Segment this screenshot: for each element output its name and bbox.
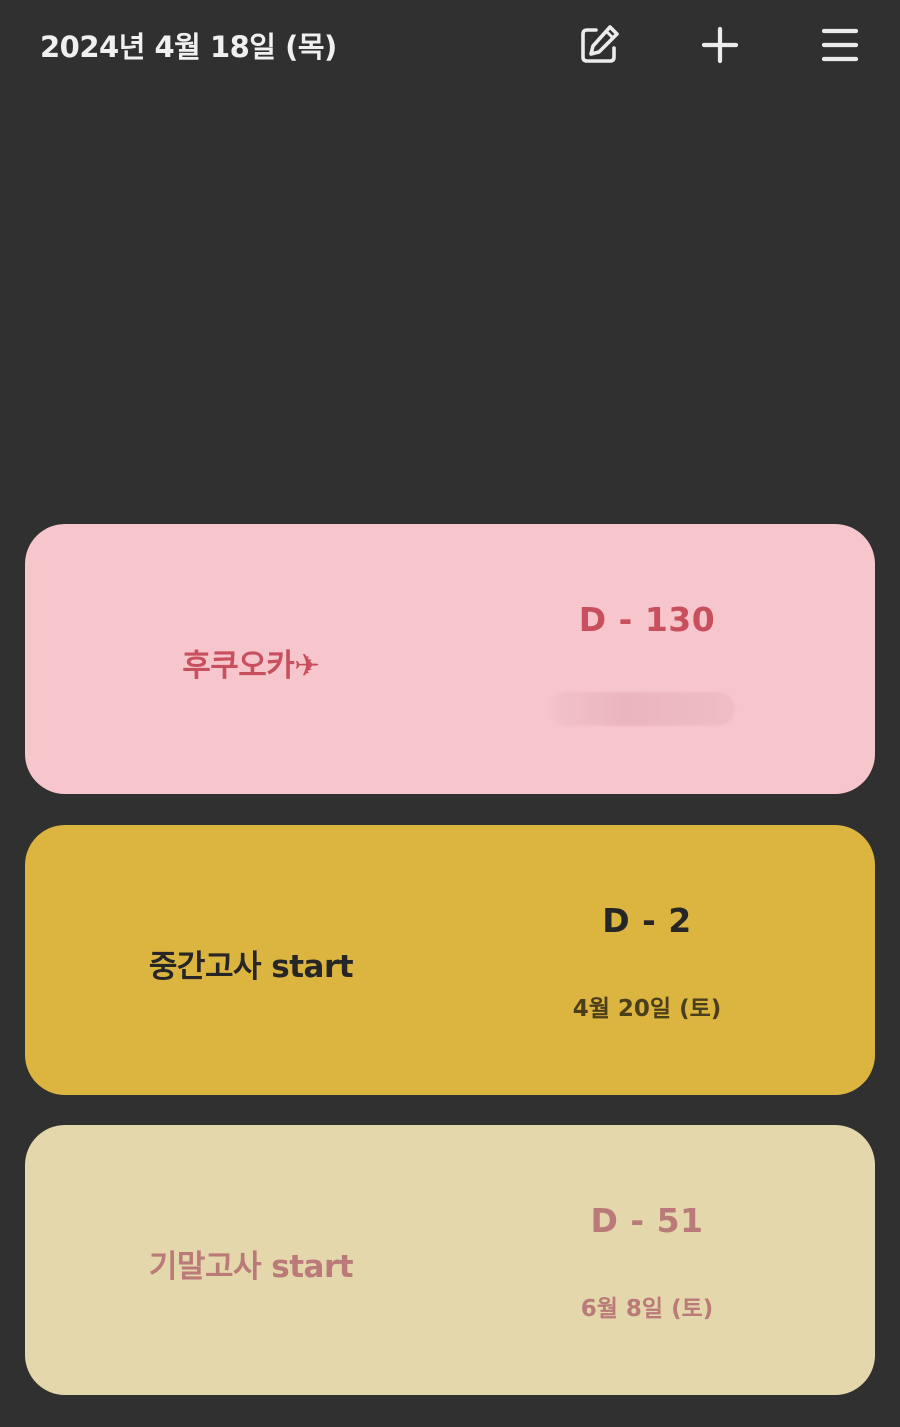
- hamburger-menu-icon: [821, 28, 859, 62]
- card-target-date: 4월 20일 (토): [572, 996, 722, 1022]
- dday-card-fukuoka[interactable]: 후쿠오카✈ D - 130: [25, 524, 875, 794]
- dday-card-midterm[interactable]: 중간고사 start D - 2 4월 20일 (토): [25, 825, 875, 1095]
- app-screen: 2024년 4월 18일 (목) 후쿠오카✈ D - 130 중간고사 star…: [0, 0, 900, 1427]
- card-title: 기말고사 start: [148, 1249, 354, 1285]
- edit-icon: [581, 25, 619, 63]
- header-date: 2024년 4월 18일 (목): [40, 30, 337, 64]
- card-dday-count: D - 130: [578, 600, 716, 639]
- card-dday-count: D - 51: [590, 1201, 704, 1240]
- card-dday-count: D - 2: [602, 901, 692, 940]
- card-target-date: 6월 8일 (토): [580, 1296, 714, 1322]
- header-bar: 2024년 4월 18일 (목): [0, 0, 900, 90]
- dday-card-final[interactable]: 기말고사 start D - 51 6월 8일 (토): [25, 1125, 875, 1395]
- plus-icon: [701, 26, 739, 64]
- blurred-date: [549, 692, 735, 726]
- add-button[interactable]: [697, 22, 743, 68]
- edit-button[interactable]: [576, 22, 622, 68]
- card-title: 중간고사 start: [148, 949, 354, 985]
- card-title: 후쿠오카✈: [182, 648, 320, 684]
- menu-button[interactable]: [817, 22, 863, 68]
